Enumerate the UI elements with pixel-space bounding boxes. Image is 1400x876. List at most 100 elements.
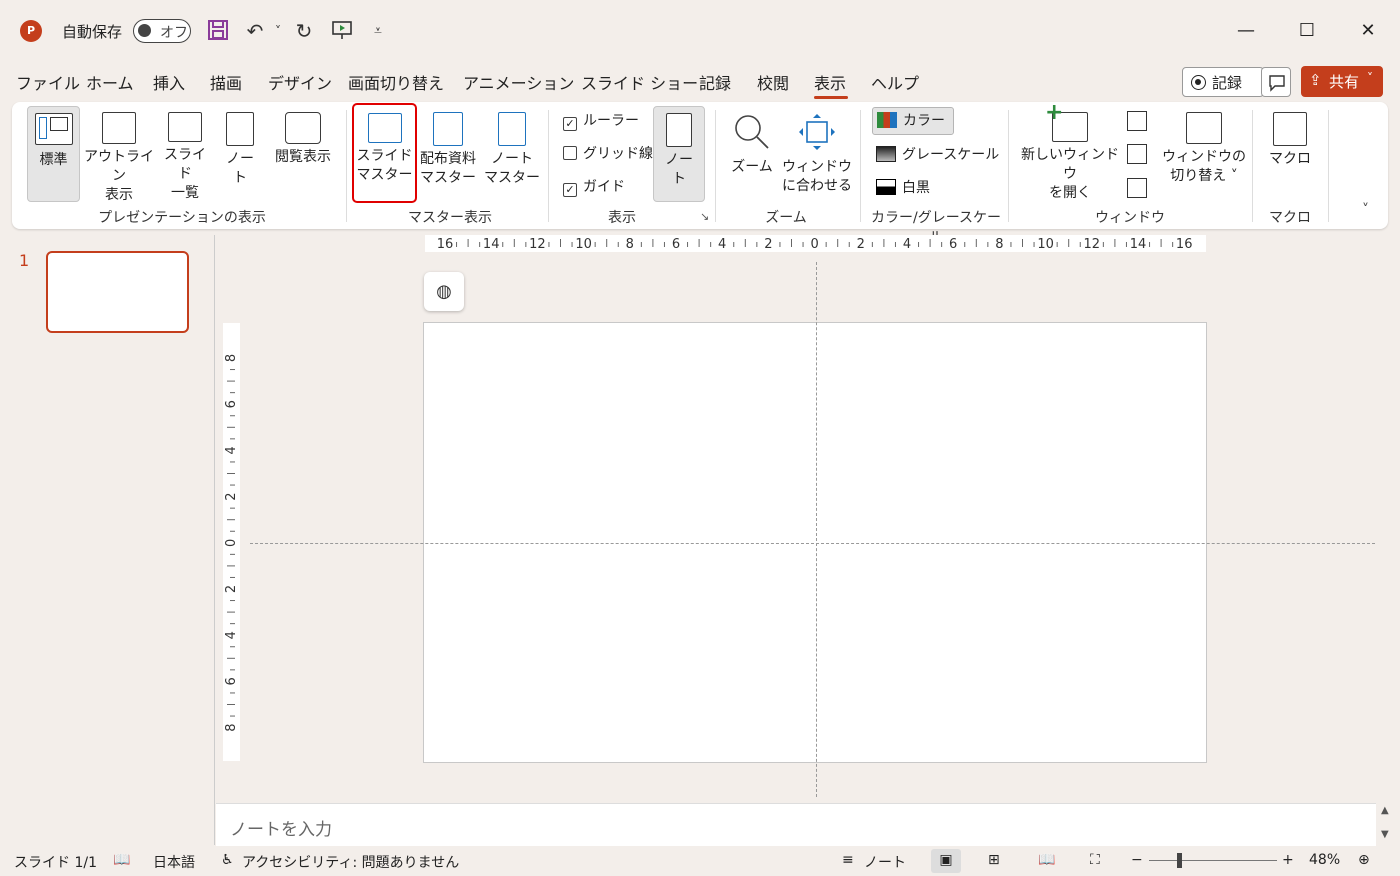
cascade-icon[interactable] <box>1127 144 1147 164</box>
notes-toggle-button[interactable]: ノー ト <box>653 106 705 202</box>
switch-windows-button[interactable]: ウィンドウの 切り替え ˅ <box>1162 112 1246 186</box>
handout-master-label-1: 配布資料 <box>420 151 476 167</box>
handout-master-button[interactable]: 配布資料 マスター <box>416 112 480 188</box>
undo-dropdown-icon[interactable]: ˅ <box>266 19 290 43</box>
minimize-button[interactable]: — <box>1233 18 1259 44</box>
dialog-launcher-icon[interactable]: ↘ <box>700 210 709 223</box>
tab-review[interactable]: 校閲 <box>757 72 789 96</box>
switch-windows-label-2: 切り替え ˅ <box>1170 168 1238 184</box>
horizontal-ruler-ticks: 16 14 12 10 8 6 4 2 0 2 4 6 8 10 12 14 16 <box>437 237 1193 252</box>
tab-draw[interactable]: 描画 <box>210 72 242 96</box>
scroll-down-icon[interactable]: ▼ <box>1381 829 1389 840</box>
collapse-ribbon-icon[interactable]: ˅ <box>1362 202 1369 218</box>
notes-scrollbar[interactable]: ▲ ▼ <box>1378 803 1394 846</box>
arrange-all-icon[interactable] <box>1127 111 1147 131</box>
tab-transitions[interactable]: 画面切り替え <box>348 72 444 96</box>
accessibility-icon: ♿ <box>221 852 234 868</box>
fit-to-window-button[interactable]: ウィンドウ に合わせる <box>782 112 852 196</box>
redo-icon[interactable]: ↻ <box>292 19 316 43</box>
group-label-show: 表示 <box>608 210 636 226</box>
spelling-check-icon[interactable]: 📖 <box>113 852 130 868</box>
record-label: 記録 <box>1212 74 1243 92</box>
reading-view-status-icon[interactable]: 📖 <box>1038 852 1055 868</box>
tab-insert[interactable]: 挿入 <box>153 72 185 96</box>
macros-button[interactable]: マクロ <box>1264 112 1316 169</box>
black-white-mode-button[interactable]: 白黒 <box>876 176 930 200</box>
autosave-toggle[interactable]: オフ <box>133 19 191 43</box>
ruler-label: 6 <box>672 237 680 252</box>
ruler-checkbox[interactable]: ✓ ルーラー <box>563 110 639 132</box>
tab-design[interactable]: デザイン <box>268 72 332 96</box>
zoom-in-icon[interactable]: + <box>1282 852 1294 868</box>
vertical-guide[interactable] <box>816 262 817 797</box>
color-mode-button[interactable]: カラー <box>872 107 954 135</box>
comment-icon <box>1269 75 1285 92</box>
copilot-icon[interactable]: ◍ <box>424 272 464 311</box>
present-from-start-icon[interactable] <box>330 19 354 43</box>
share-button[interactable]: ⇪ 共有 ˅ <box>1301 66 1383 97</box>
ruler-label: 6 <box>949 237 957 252</box>
slideshow-status-icon[interactable]: ⛶ <box>1090 852 1100 868</box>
tab-file[interactable]: ファイル <box>16 72 80 96</box>
guides-checkbox[interactable]: ✓ ガイド <box>563 176 625 198</box>
notes-toggle-icon[interactable]: ≡ <box>842 852 854 868</box>
record-button[interactable]: 記録 <box>1182 67 1264 97</box>
normal-view-button[interactable]: 標準 <box>27 106 80 202</box>
maximize-button[interactable]: ☐ <box>1294 18 1320 44</box>
slide-sorter-status-icon[interactable]: ⊞ <box>988 852 1000 868</box>
fit-slide-icon[interactable]: ⊕ <box>1358 852 1370 868</box>
tab-view[interactable]: 表示 <box>814 72 846 96</box>
gridlines-checkbox[interactable]: グリッド線 <box>563 143 653 165</box>
notes-pane[interactable] <box>216 803 1376 846</box>
slide-sorter-icon <box>168 112 202 142</box>
scroll-up-icon[interactable]: ▲ <box>1381 805 1389 816</box>
notes-page-button[interactable]: ノー ト <box>220 112 260 188</box>
horizontal-guide[interactable] <box>250 543 1375 544</box>
handout-master-icon <box>433 112 463 146</box>
share-label: 共有 <box>1329 73 1360 91</box>
slide-master-button[interactable]: スライド マスター <box>352 103 417 203</box>
zoom-slider-track[interactable] <box>1149 860 1277 861</box>
normal-view-status-icon[interactable]: ▣ <box>931 849 961 873</box>
zoom-level[interactable]: 48% <box>1309 852 1340 868</box>
outline-view-icon <box>102 112 136 144</box>
slide-master-label-1: スライド <box>356 148 413 164</box>
new-window-button[interactable]: + 新しいウィンドウ を開く <box>1017 102 1123 203</box>
fit-to-window-label-1: ウィンドウ <box>782 159 852 175</box>
slide-thumbnail[interactable] <box>46 251 189 333</box>
slide-sorter-button[interactable]: スライド 一覧 <box>160 112 210 203</box>
zoom-out-icon[interactable]: − <box>1131 852 1143 868</box>
notes-placeholder: ノートを入力 <box>230 820 332 840</box>
notes-master-button[interactable]: ノート マスター <box>482 112 542 188</box>
ruler-label: 8 <box>995 237 1003 252</box>
zoom-magnifier-icon <box>735 115 769 149</box>
close-button[interactable]: ✕ <box>1355 18 1381 44</box>
switch-windows-icon <box>1186 112 1222 144</box>
slide-master-label-2: マスター <box>356 167 413 183</box>
tab-animations[interactable]: アニメーション <box>463 72 574 96</box>
save-icon[interactable] <box>206 19 230 43</box>
language[interactable]: 日本語 <box>153 852 195 872</box>
reading-view-button[interactable]: 閲覧表示 <box>268 112 338 167</box>
new-window-label-2: を開く <box>1049 185 1091 201</box>
ruler-label: 2 <box>224 585 239 593</box>
outline-view-button[interactable]: アウトライン 表示 <box>84 112 154 205</box>
tab-home[interactable]: ホーム <box>86 72 134 96</box>
tab-slideshow[interactable]: スライド ショー <box>581 72 698 96</box>
zoom-slider-thumb[interactable] <box>1177 853 1182 868</box>
undo-icon[interactable]: ↶ <box>243 19 267 43</box>
accessibility-status[interactable]: アクセシビリティ: 問題ありません <box>242 852 459 872</box>
tab-help[interactable]: ヘルプ <box>871 72 919 96</box>
grayscale-mode-button[interactable]: グレースケール <box>876 143 999 167</box>
notes-toggle-label[interactable]: ノート <box>864 852 906 872</box>
ruler-label: 0 <box>810 237 818 252</box>
fit-to-window-label-2: に合わせる <box>782 178 852 194</box>
comments-button[interactable] <box>1261 67 1291 97</box>
move-split-icon[interactable] <box>1127 178 1147 198</box>
customize-qat-icon[interactable]: ⩡ <box>366 19 390 43</box>
gridlines-label: グリッド線 <box>583 146 653 162</box>
tab-record[interactable]: 記録 <box>699 72 731 96</box>
outline-view-label-2: 表示 <box>105 187 133 203</box>
zoom-button[interactable]: ズーム <box>726 112 778 177</box>
panel-divider[interactable] <box>214 235 215 845</box>
